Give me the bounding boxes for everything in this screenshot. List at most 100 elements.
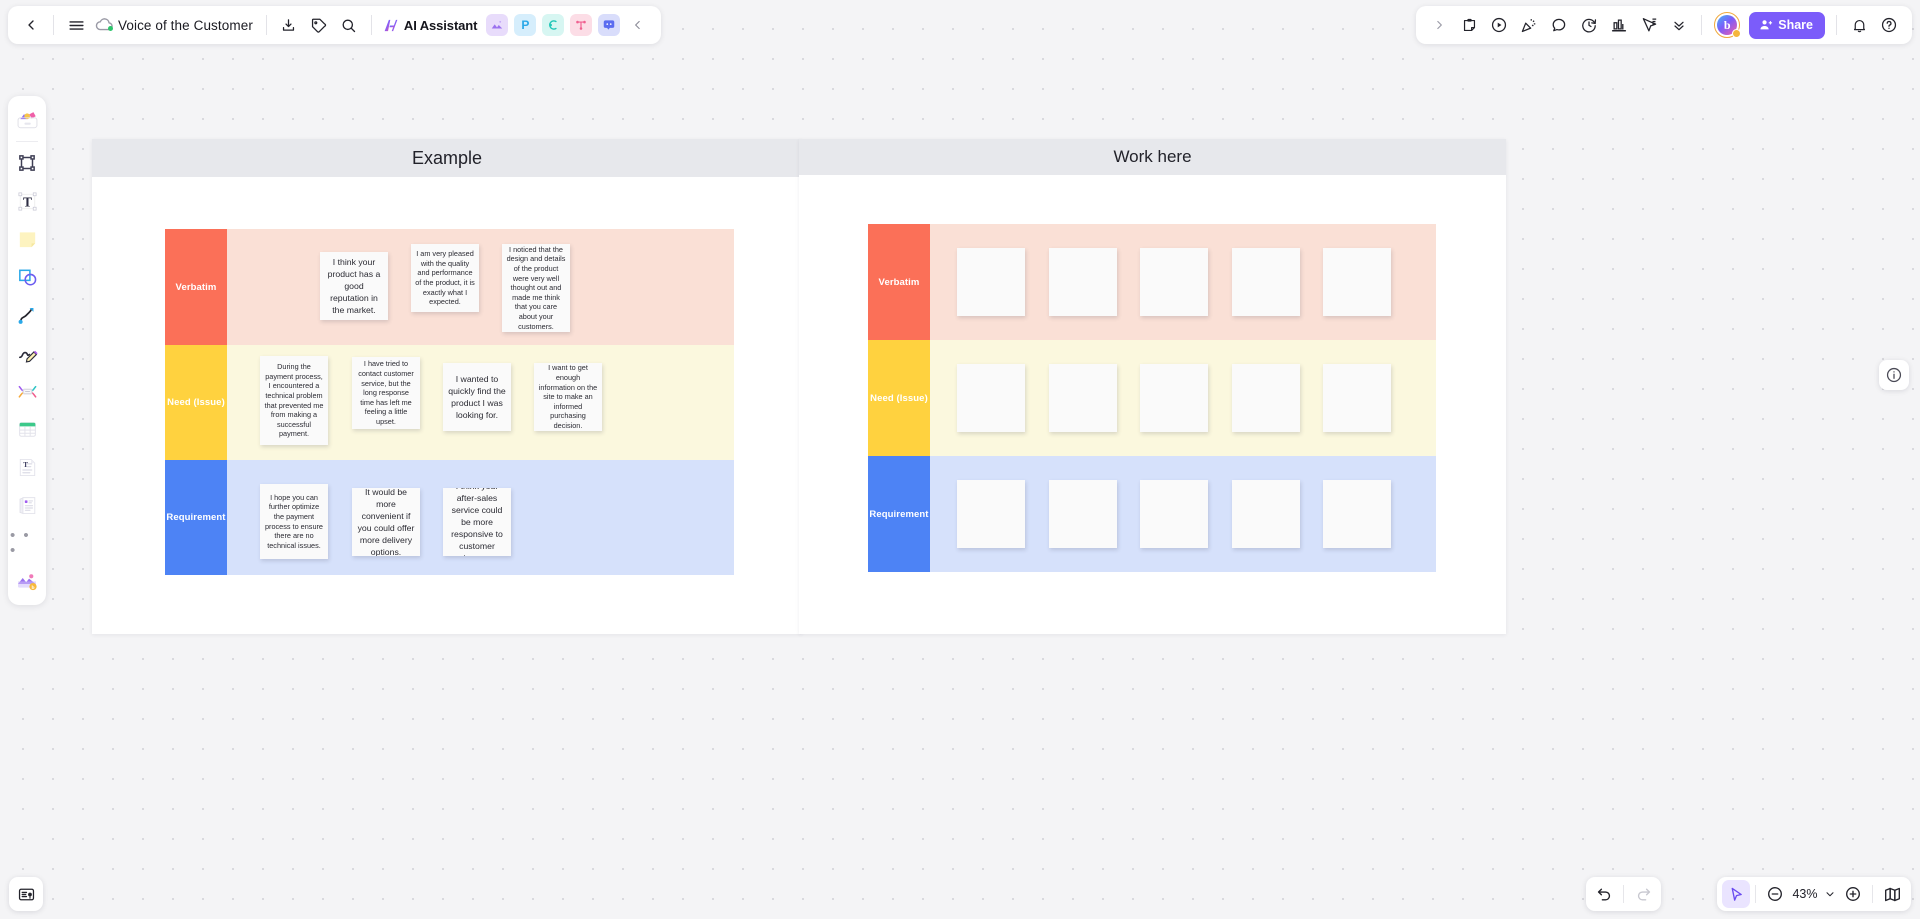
zoom-out-button[interactable] xyxy=(1761,880,1789,908)
row-label-requirement[interactable]: Requirement xyxy=(868,456,930,572)
matrix-row-verbatim: Verbatim I think your product has a good… xyxy=(165,229,734,345)
zoom-in-button[interactable] xyxy=(1839,880,1867,908)
text-icon[interactable]: T xyxy=(10,182,44,220)
tag-icon[interactable] xyxy=(304,10,334,40)
divider xyxy=(1623,885,1624,903)
sticky-note-empty[interactable] xyxy=(1232,364,1300,432)
templates-icon[interactable]: b xyxy=(10,562,44,600)
sticky-note[interactable]: I noticed that the design and details of… xyxy=(502,244,570,332)
share-button[interactable]: Share xyxy=(1749,11,1825,39)
matrix-row-requirement: Requirement xyxy=(868,456,1436,572)
sticky-note-empty[interactable] xyxy=(1049,480,1117,548)
sticky-note[interactable]: It would be more convenient if you could… xyxy=(352,488,420,556)
sticky-note-empty[interactable] xyxy=(1323,364,1391,432)
matrix-body-requirement: I hope you can further optimize the paym… xyxy=(227,460,734,575)
row-label-requirement-text: Requirement xyxy=(869,508,929,520)
comment-app-icon[interactable] xyxy=(598,14,621,36)
mindmap-icon[interactable] xyxy=(10,372,44,410)
minimap-button[interactable] xyxy=(1878,880,1906,908)
sticky-note-empty[interactable] xyxy=(1140,480,1208,548)
sticky-note-empty[interactable] xyxy=(1049,248,1117,316)
sticky-note-icon[interactable] xyxy=(1454,10,1484,40)
matrix-body-requirement xyxy=(930,456,1436,572)
sticky-note-empty[interactable] xyxy=(1232,248,1300,316)
redo-button[interactable] xyxy=(1629,880,1657,908)
sticky-note-empty[interactable] xyxy=(1323,480,1391,548)
frame-icon[interactable] xyxy=(10,144,44,182)
back-button[interactable] xyxy=(16,10,46,40)
cursor-broadcast-icon[interactable] xyxy=(1634,10,1664,40)
sticky-note[interactable]: I am very pleased with the quality and p… xyxy=(411,244,479,312)
mindmap-app-icon[interactable] xyxy=(542,14,565,36)
more-chevrons-icon[interactable] xyxy=(1664,10,1694,40)
presentation-app-icon[interactable]: P xyxy=(514,14,537,36)
image-app-icon[interactable] xyxy=(486,14,509,36)
matrix-row-verbatim: Verbatim xyxy=(868,224,1436,340)
sticky-note-icon[interactable] xyxy=(10,220,44,258)
top-toolbar-left: Voice of the Customer AI Assistant P xyxy=(8,6,662,44)
divider xyxy=(1836,15,1837,35)
row-label-need[interactable]: Need (Issue) xyxy=(165,345,227,460)
vote-chart-icon[interactable] xyxy=(1604,10,1634,40)
sticky-note-empty[interactable] xyxy=(1140,364,1208,432)
celebrate-icon[interactable] xyxy=(1514,10,1544,40)
sticky-note[interactable]: I wanted to quickly find the product I w… xyxy=(443,363,511,431)
help-icon[interactable] xyxy=(1874,10,1904,40)
select-tool-button[interactable] xyxy=(1722,880,1750,908)
divider xyxy=(1755,885,1756,903)
share-person-icon xyxy=(1759,18,1773,32)
presentation-glyph: P xyxy=(521,18,530,32)
ai-assistant-button[interactable]: AI Assistant xyxy=(379,17,483,34)
connector-icon[interactable] xyxy=(10,296,44,334)
avatar[interactable]: b xyxy=(1714,12,1742,38)
text-block-icon[interactable]: T xyxy=(10,448,44,486)
avatar-status-dot xyxy=(1732,29,1742,38)
expand-chevron-icon[interactable] xyxy=(1424,10,1454,40)
divider xyxy=(370,15,372,35)
sticky-note[interactable]: I think your after-sales service could b… xyxy=(443,488,511,556)
menu-button[interactable] xyxy=(61,10,91,40)
sticky-note-empty[interactable] xyxy=(957,480,1025,548)
undo-button[interactable] xyxy=(1590,880,1618,908)
sticky-note-empty[interactable] xyxy=(1323,248,1391,316)
document-title[interactable]: Voice of the Customer xyxy=(115,18,259,33)
shapes-icon[interactable] xyxy=(10,258,44,296)
sticky-note[interactable]: I have tried to contact customer service… xyxy=(352,357,420,429)
collapse-toolbar-button[interactable] xyxy=(623,10,653,40)
pen-icon[interactable] xyxy=(10,334,44,372)
assets-library-icon[interactable] xyxy=(10,101,44,139)
table-icon[interactable] xyxy=(10,410,44,448)
sticky-note[interactable]: I hope you can further optimize the paym… xyxy=(260,484,328,559)
board-canvas[interactable]: Example Verbatim I think your product ha… xyxy=(0,0,1920,919)
sticky-note-empty[interactable] xyxy=(1232,480,1300,548)
zoom-level-label[interactable]: 43% xyxy=(1789,887,1821,901)
ai-sparkle-icon xyxy=(382,17,400,34)
row-label-verbatim[interactable]: Verbatim xyxy=(165,229,227,345)
example-matrix[interactable]: Verbatim I think your product has a good… xyxy=(165,229,734,575)
sticky-note-empty[interactable] xyxy=(957,364,1025,432)
timer-icon[interactable] xyxy=(1574,10,1604,40)
document-icon[interactable] xyxy=(10,486,44,524)
sticky-note-empty[interactable] xyxy=(1140,248,1208,316)
more-tools-icon[interactable]: • • • xyxy=(10,524,44,562)
zoom-dropdown-chevron-icon[interactable] xyxy=(1821,880,1839,908)
row-label-requirement[interactable]: Requirement xyxy=(165,460,227,575)
notification-bell-icon[interactable] xyxy=(1844,10,1874,40)
ai-tools-button[interactable] xyxy=(9,877,43,911)
flowchart-app-icon[interactable] xyxy=(570,14,593,36)
matrix-row-need: Need (Issue) During the payment process,… xyxy=(165,345,734,460)
comment-icon[interactable] xyxy=(1544,10,1574,40)
row-label-need[interactable]: Need (Issue) xyxy=(868,340,930,456)
play-circle-icon[interactable] xyxy=(1484,10,1514,40)
sticky-note[interactable]: During the payment process, I encountere… xyxy=(260,356,328,445)
cloud-sync-icon xyxy=(95,15,115,35)
sticky-note[interactable]: I want to get enough information on the … xyxy=(534,363,602,431)
info-button[interactable] xyxy=(1879,360,1909,390)
sticky-note-empty[interactable] xyxy=(1049,364,1117,432)
work-here-matrix[interactable]: Verbatim Need (Issue) Requirement xyxy=(868,224,1436,572)
sticky-note[interactable]: I think your product has a good reputati… xyxy=(320,252,388,320)
search-icon[interactable] xyxy=(334,10,364,40)
sticky-note-empty[interactable] xyxy=(957,248,1025,316)
download-icon[interactable] xyxy=(274,10,304,40)
row-label-verbatim[interactable]: Verbatim xyxy=(868,224,930,340)
